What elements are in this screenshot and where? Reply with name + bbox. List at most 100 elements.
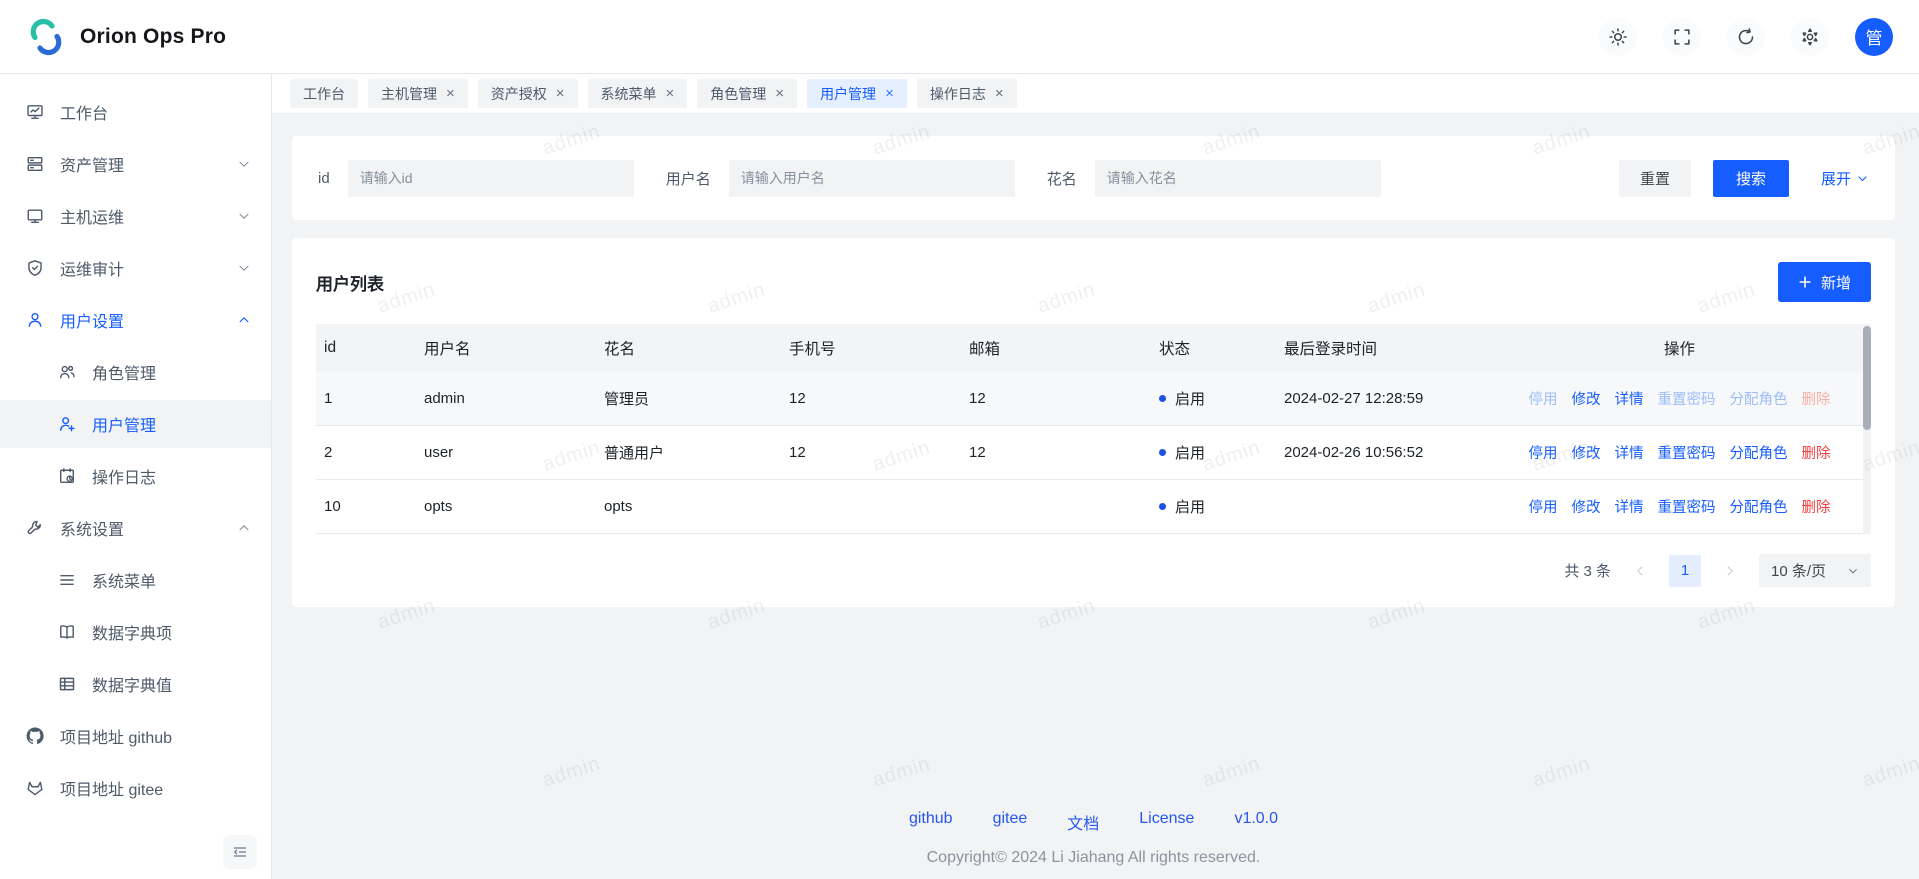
close-icon[interactable]: ×: [556, 86, 565, 101]
action-assign-role[interactable]: 分配角色: [1730, 496, 1788, 517]
log-icon: [58, 467, 76, 485]
collapse-sidebar-button[interactable]: [223, 835, 257, 869]
close-icon[interactable]: ×: [775, 86, 784, 101]
action-edit[interactable]: 修改: [1572, 496, 1601, 517]
table-row: 10optsopts启用停用修改详情重置密码分配角色删除: [316, 480, 1871, 534]
cell-username: admin: [416, 390, 596, 407]
tab-label: 工作台: [303, 84, 345, 104]
tab-host-mgmt[interactable]: 主机管理×: [368, 79, 468, 108]
footer-link-License[interactable]: License: [1139, 810, 1194, 834]
sidebar-item-label: 项目地址 github: [60, 724, 172, 748]
sidebar-item-ops-audit[interactable]: 运维审计: [0, 244, 271, 292]
cell-email: 12: [961, 444, 1151, 461]
page-number-button[interactable]: 1: [1669, 555, 1701, 587]
next-page-button[interactable]: [1717, 558, 1743, 584]
action-detail[interactable]: 详情: [1615, 496, 1644, 517]
action-reset-password[interactable]: 重置密码: [1658, 496, 1716, 517]
sidebar-item-gitee[interactable]: 项目地址 gitee: [0, 764, 271, 812]
sidebar-item-host-ops[interactable]: 主机运维: [0, 192, 271, 240]
search-field-username: 用户名: [666, 160, 1015, 197]
action-detail[interactable]: 详情: [1615, 388, 1644, 409]
close-icon[interactable]: ×: [446, 86, 455, 101]
action-edit[interactable]: 修改: [1572, 388, 1601, 409]
search-button[interactable]: 搜索: [1713, 160, 1789, 197]
tab-label: 用户管理: [820, 84, 876, 104]
close-icon[interactable]: ×: [666, 86, 675, 101]
add-user-button[interactable]: 新增: [1778, 262, 1871, 302]
action-assign-role[interactable]: 分配角色: [1730, 442, 1788, 463]
expand-toggle[interactable]: 展开: [1821, 168, 1869, 189]
sidebar-item-role-mgmt[interactable]: 角色管理: [0, 348, 271, 396]
refresh-button[interactable]: [1727, 18, 1765, 56]
column-header: 邮箱: [961, 337, 1151, 359]
sidebar-item-label: 数据字典项: [92, 620, 172, 644]
page-size-select[interactable]: 10 条/页: [1759, 554, 1871, 587]
cell-id: 2: [316, 444, 416, 461]
sidebar-item-system-settings[interactable]: 系统设置: [0, 504, 271, 552]
cell-nickname: 管理员: [596, 388, 781, 409]
search-username-input[interactable]: [729, 160, 1015, 197]
sidebar-item-user-settings[interactable]: 用户设置: [0, 296, 271, 344]
sidebar-item-dict-value[interactable]: 数据字典值: [0, 660, 271, 708]
sidebar: 工作台资产管理主机运维运维审计用户设置角色管理用户管理操作日志系统设置系统菜单数…: [0, 74, 272, 879]
column-header: 最后登录时间: [1276, 337, 1488, 359]
close-icon[interactable]: ×: [885, 86, 894, 101]
theme-icon: [1608, 27, 1628, 47]
fullscreen-button[interactable]: [1663, 18, 1701, 56]
page-size-label: 10 条/页: [1771, 560, 1826, 581]
chevron-up-icon: [237, 313, 251, 327]
footer-link-v1.0.0[interactable]: v1.0.0: [1234, 810, 1278, 834]
sidebar-item-workbench[interactable]: 工作台: [0, 88, 271, 136]
menu-lines-icon: [58, 571, 76, 589]
tab-asset-auth[interactable]: 资产授权×: [478, 79, 578, 108]
action-edit[interactable]: 修改: [1572, 442, 1601, 463]
action-disable[interactable]: 停用: [1529, 442, 1558, 463]
table-row: 2user普通用户1212启用2024-02-26 10:56:52停用修改详情…: [316, 426, 1871, 480]
sidebar-item-label: 项目地址 gitee: [60, 776, 163, 800]
sidebar-item-label: 数据字典值: [92, 672, 172, 696]
main-area: 工作台主机管理×资产授权×系统菜单×角色管理×用户管理×操作日志× id用户名花…: [272, 74, 1919, 879]
search-fields: id用户名花名: [318, 160, 1413, 197]
reset-button[interactable]: 重置: [1619, 160, 1691, 197]
scrollbar-thumb[interactable]: [1863, 326, 1871, 430]
action-detail[interactable]: 详情: [1615, 442, 1644, 463]
table-scrollbar[interactable]: [1863, 324, 1871, 534]
sidebar-item-asset-mgmt[interactable]: 资产管理: [0, 140, 271, 188]
close-icon[interactable]: ×: [995, 86, 1004, 101]
header-actions: 管: [1599, 18, 1893, 56]
action-reset-password[interactable]: 重置密码: [1658, 442, 1716, 463]
footer-link-xx[interactable]: 文档: [1067, 810, 1099, 834]
table-header-row: id用户名花名手机号邮箱状态最后登录时间操作: [316, 324, 1871, 372]
action-disable[interactable]: 停用: [1529, 496, 1558, 517]
sidebar-item-dict-item[interactable]: 数据字典项: [0, 608, 271, 656]
tab-system-menu[interactable]: 系统菜单×: [588, 79, 688, 108]
workbench-icon: [26, 103, 44, 121]
footer-link-gitee[interactable]: gitee: [993, 810, 1028, 834]
settings-button[interactable]: [1791, 18, 1829, 56]
search-nickname-input[interactable]: [1095, 160, 1381, 197]
avatar[interactable]: 管: [1855, 18, 1893, 56]
sidebar-item-label: 用户设置: [60, 308, 124, 332]
pagination: 共 3 条 1 10 条/页: [316, 554, 1871, 587]
dict-table-icon: [58, 675, 76, 693]
sidebar-item-github[interactable]: 项目地址 github: [0, 712, 271, 760]
tab-role-mgmt[interactable]: 角色管理×: [697, 79, 797, 108]
sidebar-item-op-log[interactable]: 操作日志: [0, 452, 271, 500]
fullscreen-icon: [1672, 27, 1692, 47]
gitee-icon: [26, 779, 44, 797]
sidebar-item-label: 运维审计: [60, 256, 124, 280]
action-delete[interactable]: 删除: [1802, 496, 1831, 517]
tab-op-log[interactable]: 操作日志×: [917, 79, 1017, 108]
search-id-input[interactable]: [348, 160, 634, 197]
tab-workbench[interactable]: 工作台: [290, 79, 358, 108]
tab-user-mgmt[interactable]: 用户管理 ×: [807, 79, 907, 108]
sidebar-item-system-menu[interactable]: 系统菜单: [0, 556, 271, 604]
sidebar-item-user-mgmt[interactable]: 用户管理: [0, 400, 271, 448]
prev-page-button[interactable]: [1627, 558, 1653, 584]
theme-button[interactable]: [1599, 18, 1637, 56]
action-delete[interactable]: 删除: [1802, 442, 1831, 463]
cell-phone: 12: [781, 444, 961, 461]
sidebar-item-label: 角色管理: [92, 360, 156, 384]
footer-link-github[interactable]: github: [909, 810, 953, 834]
cell-actions: 停用修改详情重置密码分配角色删除: [1488, 388, 1871, 409]
